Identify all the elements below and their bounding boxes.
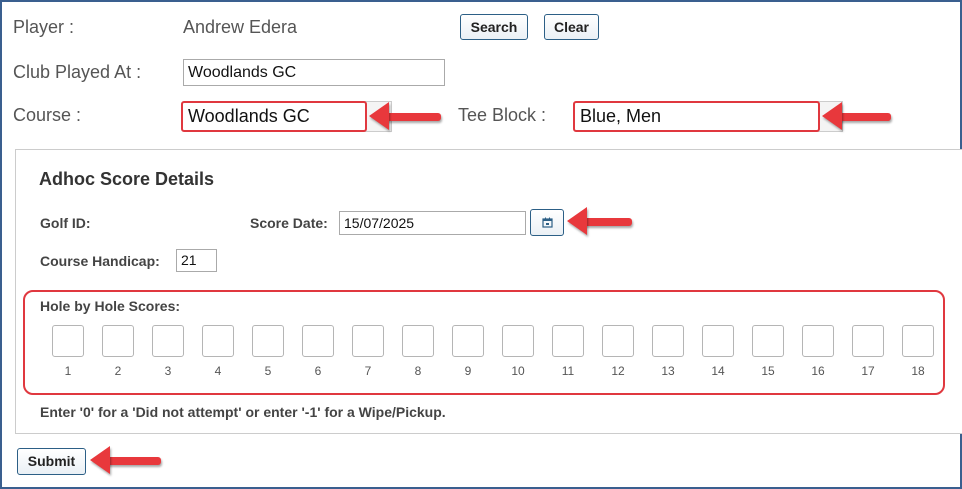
hole-number-label: 17 [861, 364, 875, 378]
hole-score-input[interactable] [902, 325, 934, 357]
hole-score-input[interactable] [302, 325, 334, 357]
arrow-annotation-course [369, 102, 442, 130]
hole-number-label: 3 [164, 364, 172, 378]
hole-score-input[interactable] [602, 325, 634, 357]
hole-score-input[interactable] [752, 325, 784, 357]
hole-score-input[interactable] [202, 325, 234, 357]
hole-number-label: 8 [414, 364, 422, 378]
hole-number-label: 16 [811, 364, 825, 378]
hole-score-input[interactable] [252, 325, 284, 357]
calendar-icon [541, 217, 553, 228]
hole-score-input[interactable] [102, 325, 134, 357]
tee-block-select[interactable]: Blue, Men [573, 101, 820, 132]
submit-button[interactable]: Submit [17, 448, 86, 475]
course-select[interactable]: Woodlands GC [181, 101, 367, 132]
arrow-annotation-tee [822, 102, 892, 130]
course-label: Course : [13, 105, 82, 125]
player-label: Player : [13, 17, 75, 37]
hole-score-input[interactable] [452, 325, 484, 357]
hole-number-label: 15 [761, 364, 775, 378]
hole-number-label: 14 [711, 364, 725, 378]
player-name: Andrew Edera [183, 17, 298, 37]
hole-scores-label: Hole by Hole Scores: [40, 298, 181, 314]
hole-number-label: 7 [364, 364, 372, 378]
hole-number-label: 10 [511, 364, 525, 378]
club-input[interactable]: Woodlands GC [183, 59, 445, 86]
hole-number-label: 1 [64, 364, 72, 378]
hole-number-label: 18 [911, 364, 925, 378]
course-handicap-input[interactable]: 21 [176, 249, 217, 272]
tee-block-label: Tee Block : [458, 105, 547, 125]
arrow-annotation-calendar [567, 207, 633, 235]
score-date-label: Score Date: [250, 215, 328, 231]
hole-number-label: 11 [561, 364, 575, 378]
hole-score-input[interactable] [702, 325, 734, 357]
hole-score-input[interactable] [802, 325, 834, 357]
arrow-annotation-submit [90, 446, 162, 474]
search-button[interactable]: Search [460, 14, 528, 40]
club-label: Club Played At : [13, 62, 142, 82]
course-handicap-label: Course Handicap: [40, 253, 160, 269]
golf-id-label: Golf ID: [40, 215, 91, 231]
hole-number-label: 6 [314, 364, 322, 378]
panel-title: Adhoc Score Details [39, 169, 215, 189]
hole-score-input[interactable] [152, 325, 184, 357]
hole-number-label: 12 [611, 364, 625, 378]
hole-score-input[interactable] [652, 325, 684, 357]
hole-score-input[interactable] [852, 325, 884, 357]
hole-score-input[interactable] [552, 325, 584, 357]
hole-score-input[interactable] [352, 325, 384, 357]
hole-score-input[interactable] [502, 325, 534, 357]
hole-number-label: 13 [661, 364, 675, 378]
clear-button[interactable]: Clear [544, 14, 599, 40]
hole-score-input[interactable] [402, 325, 434, 357]
hole-number-label: 4 [214, 364, 222, 378]
score-note: Enter '0' for a 'Did not attempt' or ent… [40, 404, 446, 420]
score-date-input[interactable]: 15/07/2025 [339, 211, 526, 235]
hole-number-label: 2 [114, 364, 122, 378]
hole-number-label: 5 [264, 364, 272, 378]
calendar-button[interactable] [530, 209, 564, 236]
hole-number-label: 9 [464, 364, 472, 378]
hole-score-input[interactable] [52, 325, 84, 357]
